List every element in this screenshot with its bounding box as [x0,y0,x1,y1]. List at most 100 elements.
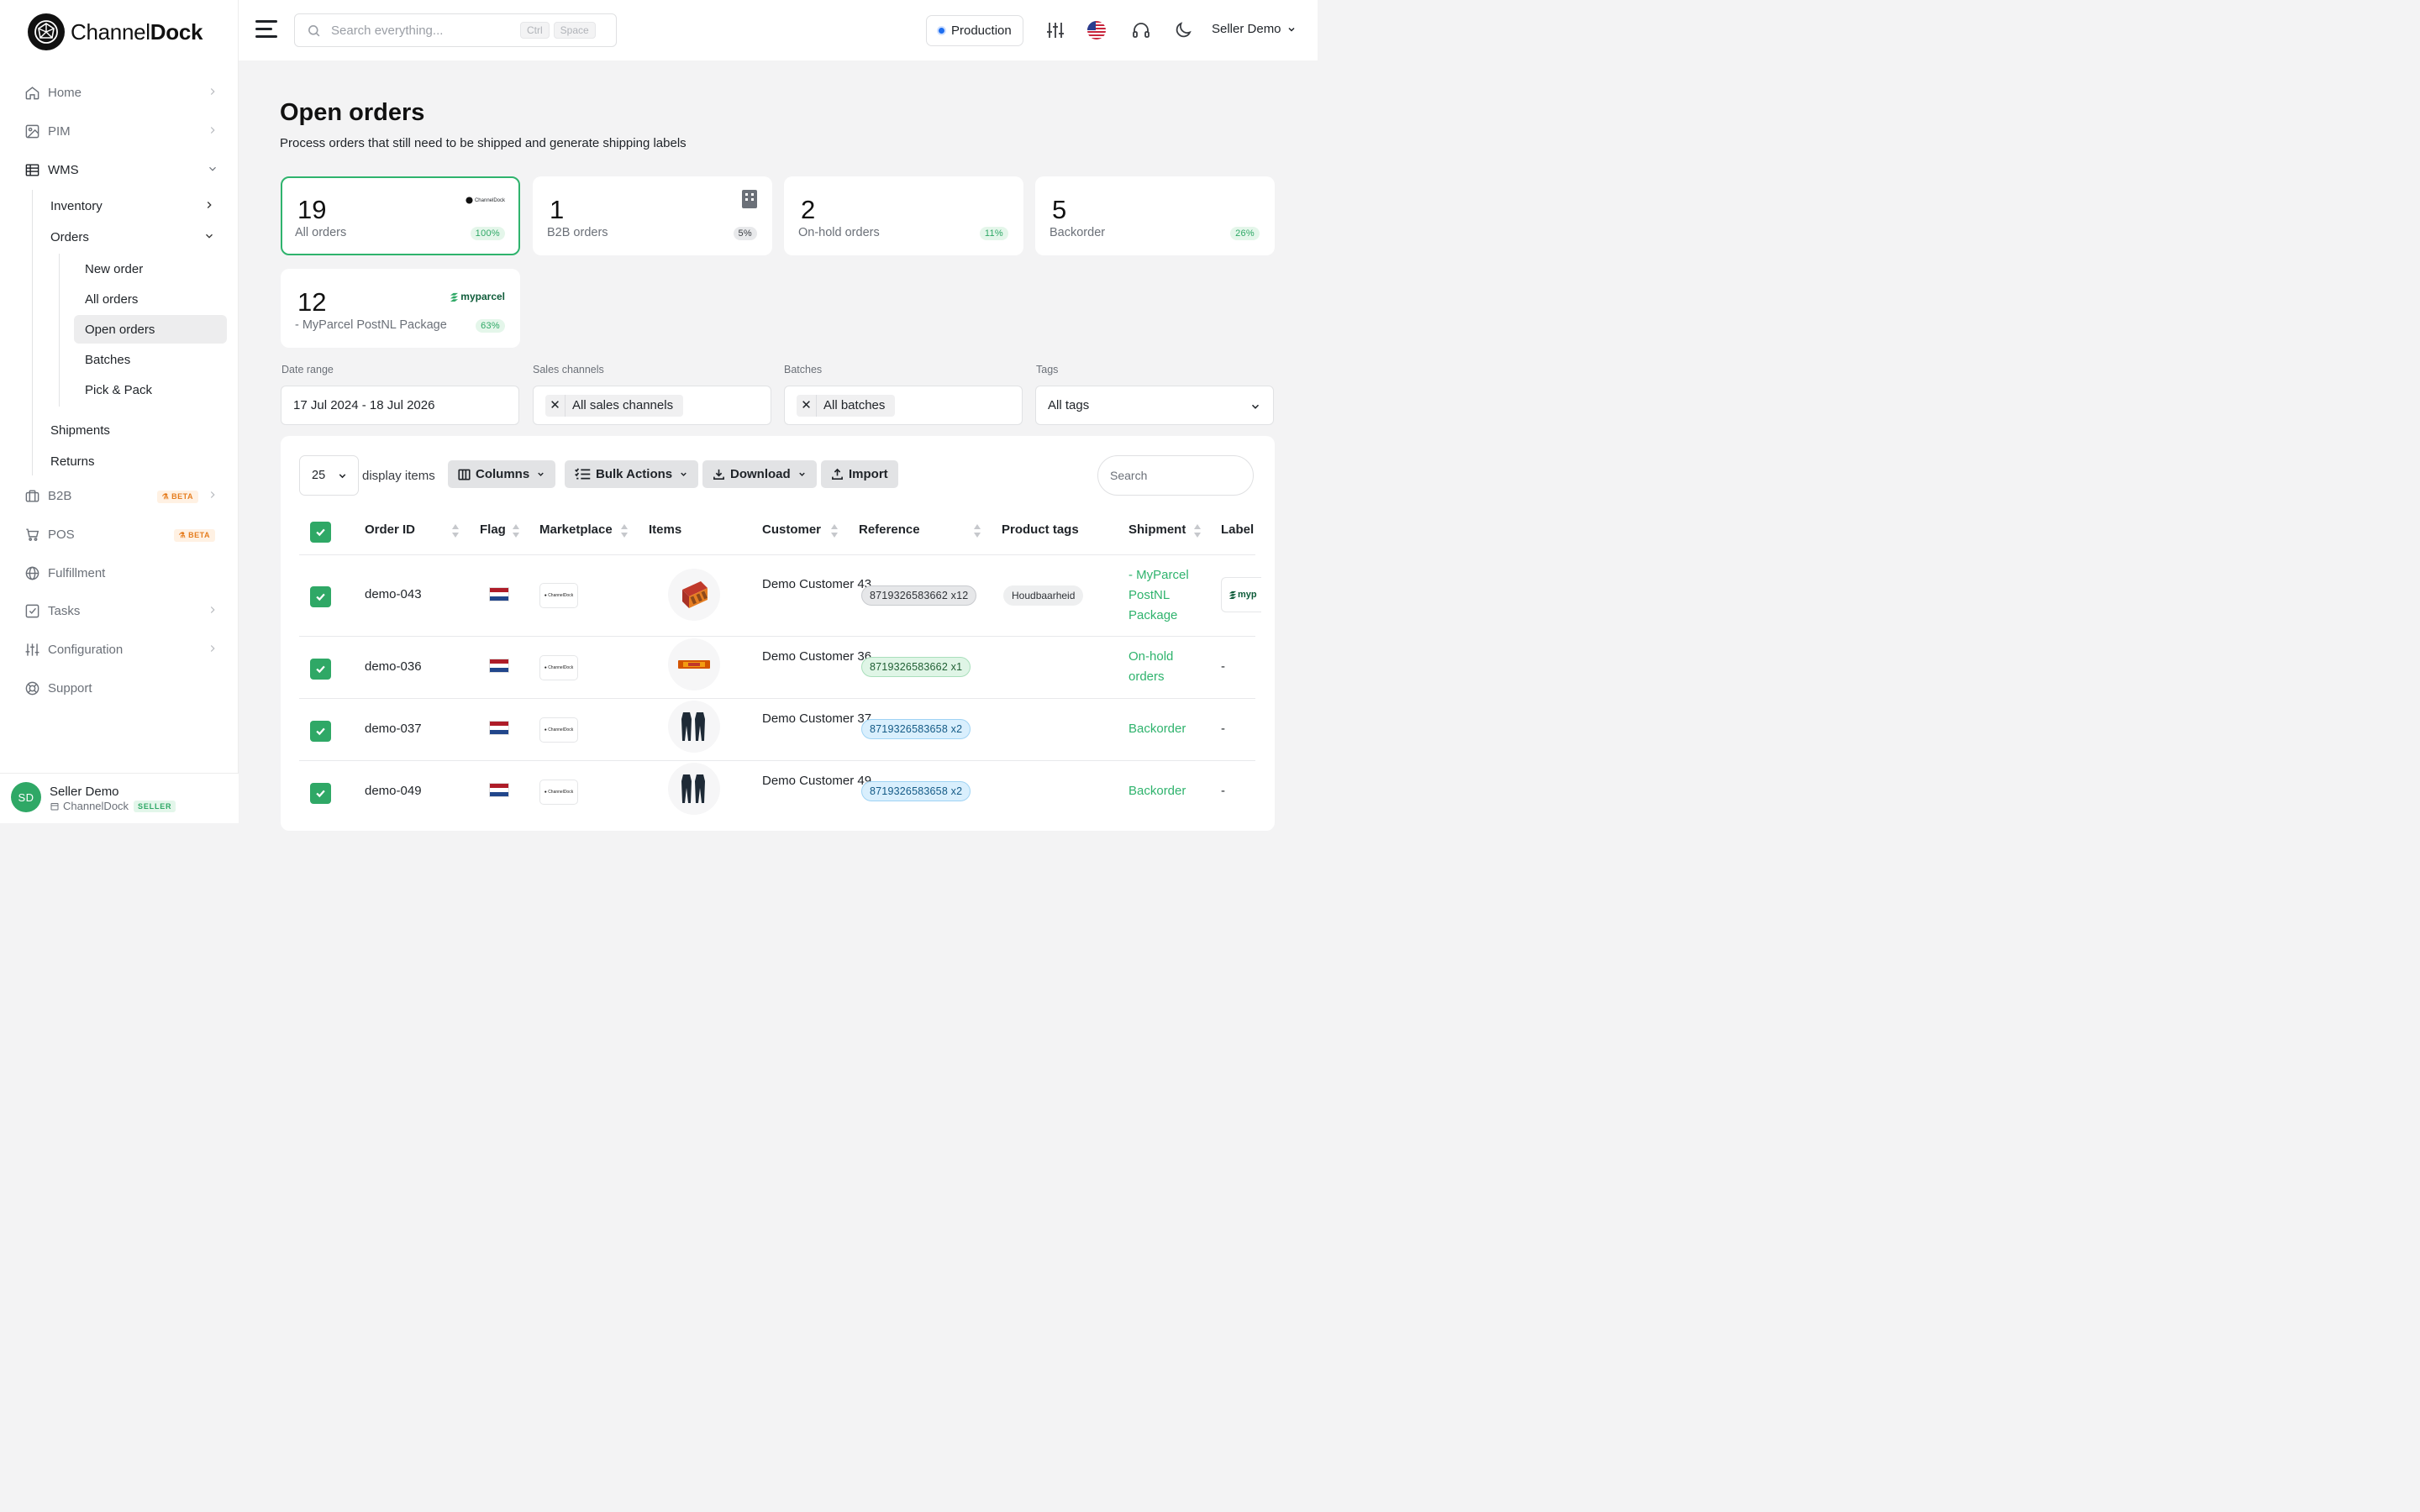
sidebar-item-label: Home [48,85,82,100]
sidebar-user[interactable]: SD Seller Demo ChannelDock SELLER [0,773,239,823]
home-icon [24,84,40,101]
order-id-link[interactable]: demo-049 [365,781,422,801]
shipment-link[interactable]: Backorder [1128,781,1186,801]
product-thumbnail[interactable] [668,638,720,690]
per-page-select[interactable]: 25 [299,455,359,496]
sidebar: ChannelDock Home PIM WMS Inventory Order… [0,0,239,823]
stat-card-backorder[interactable]: 5 Backorder 26% [1035,176,1275,255]
channeldock-logo[interactable]: ChannelDock [28,13,203,50]
column-header-shipment[interactable]: Shipment [1128,522,1186,537]
shipment-link[interactable]: - MyParcel PostNL Package [1128,565,1204,626]
product-thumbnail[interactable] [668,701,720,753]
sidebar-item-pos[interactable]: POS ⚗ BETA [24,521,218,548]
sidebar-item-label: Returns [50,454,95,469]
row-checkbox[interactable] [310,783,331,804]
product-thumbnail[interactable] [668,569,720,621]
chevron-down-icon [209,166,216,171]
sidebar-item-label: WMS [48,162,79,177]
image-icon [24,123,40,139]
sidebar-item-pick-pack[interactable]: Pick & Pack [74,375,227,404]
myparcel-label-logo[interactable]: myp [1221,577,1261,612]
sort-icon[interactable] [512,522,520,539]
row-checkbox[interactable] [310,586,331,607]
sidebar-item-pim[interactable]: PIM [24,118,218,144]
column-header-reference[interactable]: Reference [859,522,920,537]
chevron-right-icon [210,606,215,613]
sidebar-item-new-order[interactable]: New order [74,255,227,283]
stat-card-b2b-orders[interactable]: 1 B2B orders 5% [533,176,772,255]
sidebar-item-wms[interactable]: WMS [24,156,218,183]
bulk-actions-button[interactable]: Bulk Actions [565,460,699,488]
shipment-link[interactable]: On-hold orders [1128,647,1204,687]
us-flag-icon[interactable] [1087,21,1106,39]
sort-icon[interactable] [620,522,629,539]
order-id-link[interactable]: demo-037 [365,719,422,739]
sidebar-item-shipments[interactable]: Shipments [50,417,222,443]
sidebar-item-support[interactable]: Support [24,675,218,701]
row-checkbox[interactable] [310,721,331,742]
sidebar-item-tasks[interactable]: Tasks [24,597,218,624]
headset-icon[interactable] [1131,20,1151,40]
user-company: ChannelDock [63,800,129,812]
import-button[interactable]: Import [821,460,898,488]
chevron-down-icon [536,470,545,479]
columns-button[interactable]: Columns [448,460,556,488]
sort-icon[interactable] [830,522,839,539]
sidebar-item-returns[interactable]: Returns [50,449,222,474]
download-button[interactable]: Download [702,460,817,488]
tags-select[interactable]: All tags [1035,386,1274,425]
settings-sliders-icon[interactable] [1045,20,1065,40]
batches-select[interactable]: ✕ All batches [784,386,1023,425]
remove-chip-icon[interactable]: ✕ [545,394,566,417]
sidebar-item-label: Configuration [48,642,124,657]
column-header-customer[interactable]: Customer [762,522,821,537]
import-label: Import [849,467,888,481]
sales-channel-chip: ✕ All sales channels [545,394,684,417]
filter-label-batches: Batches [784,364,823,375]
hamburger-menu-icon[interactable] [255,20,279,40]
channeldock-logo: ● ChannelDock [539,780,578,805]
sales-channels-select[interactable]: ✕ All sales channels [533,386,771,425]
date-range-picker[interactable]: 17 Jul 2024 - 18 Jul 2026 [281,386,519,425]
sidebar-item-b2b[interactable]: B2B ⚗ BETA [24,482,218,509]
chip-label: All batches [823,398,886,412]
shipment-link[interactable]: Backorder [1128,719,1186,739]
moon-icon[interactable] [1173,20,1193,40]
global-search[interactable]: Ctrl Space [294,13,617,47]
sidebar-item-configuration[interactable]: Configuration [24,636,218,663]
remove-chip-icon[interactable]: ✕ [797,394,817,417]
sidebar-item-orders[interactable]: Orders [50,224,222,249]
order-id-link[interactable]: demo-043 [365,585,422,605]
stat-card-on-hold[interactable]: 2 On-hold orders 11% [784,176,1023,255]
order-id-link[interactable]: demo-036 [365,657,422,677]
sidebar-item-open-orders[interactable]: Open orders [74,315,227,344]
briefcase-icon [24,487,40,504]
sort-icon[interactable] [1193,522,1202,539]
product-thumbnail[interactable] [668,763,720,815]
sidebar-item-label: POS [48,527,75,542]
environment-button[interactable]: Production [926,15,1023,46]
stat-card-all-orders[interactable]: 19 All orders ChannelDock 100% [281,176,520,255]
user-company-line: ChannelDock SELLER [50,800,176,812]
sidebar-item-fulfillment[interactable]: Fulfillment [24,559,218,586]
user-menu[interactable]: Seller Demo [1212,22,1297,36]
search-icon [308,24,320,36]
row-checkbox[interactable] [310,659,331,680]
stat-card-myparcel[interactable]: 12 - MyParcel PostNL Package myparcel 63… [281,269,520,348]
select-all-checkbox[interactable] [310,522,331,543]
role-badge: SELLER [134,800,176,812]
kbd-space: Space [553,22,596,39]
sort-icon[interactable] [451,522,460,539]
lifebuoy-icon [24,680,40,696]
column-header-marketplace[interactable]: Marketplace [539,522,613,537]
sidebar-item-all-orders[interactable]: All orders [74,285,227,313]
sidebar-item-inventory[interactable]: Inventory [50,193,222,218]
column-header-product-tags: Product tags [1002,522,1079,537]
sidebar-item-batches[interactable]: Batches [74,345,227,374]
sort-icon[interactable] [973,522,981,539]
column-header-order-id[interactable]: Order ID [365,522,415,537]
table-search-input[interactable] [1097,455,1254,496]
sidebar-item-home[interactable]: Home [24,79,218,106]
global-search-input[interactable] [331,23,516,38]
column-header-flag[interactable]: Flag [480,522,506,537]
